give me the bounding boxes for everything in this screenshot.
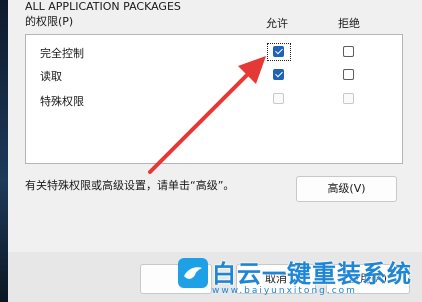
checkbox-special-allow: [273, 93, 284, 104]
permissions-title-line1: ALL APPLICATION PACKAGES: [25, 0, 181, 13]
checkbox-read-allow[interactable]: [273, 69, 284, 80]
permission-label-full-control: 完全控制: [40, 47, 84, 60]
ok-button[interactable]: [140, 264, 212, 294]
permission-label-read: 读取: [40, 70, 62, 83]
advanced-button[interactable]: 高级(V): [296, 176, 397, 202]
permission-label-special: 特殊权限: [40, 95, 84, 108]
checkbox-read-deny[interactable]: [343, 69, 354, 80]
permissions-title-line2: 的权限(P): [25, 15, 74, 28]
checkbox-full-control-allow[interactable]: [273, 46, 284, 57]
advanced-info-text: 有关特殊权限或高级设置，请单击“高级”。: [25, 179, 235, 192]
cancel-button[interactable]: 取消: [236, 264, 316, 294]
permissions-title: ALL APPLICATION PACKAGES 的权限(P): [25, 0, 181, 28]
checkbox-special-deny: [343, 93, 354, 104]
checkbox-full-control-deny[interactable]: [343, 46, 354, 57]
column-header-deny: 拒绝: [338, 17, 360, 30]
column-header-allow: 允许: [266, 17, 288, 30]
apply-button[interactable]: 应用(A): [326, 264, 410, 294]
background-window-strip: [0, 0, 8, 302]
